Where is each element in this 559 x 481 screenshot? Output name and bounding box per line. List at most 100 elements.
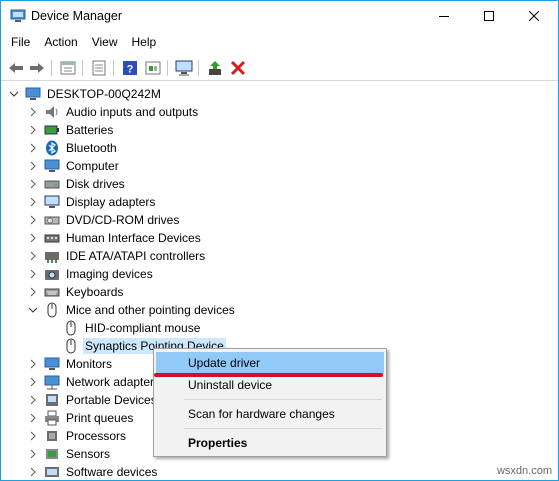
- hid-icon: [44, 230, 60, 246]
- expand-chevron-icon[interactable]: [28, 161, 38, 171]
- disk-drive-icon: [44, 176, 60, 192]
- properties-icon[interactable]: [59, 59, 77, 77]
- sensor-icon: [44, 446, 60, 462]
- svg-text:?: ?: [127, 64, 134, 76]
- scan-hardware-icon[interactable]: [144, 59, 162, 77]
- expand-chevron-icon[interactable]: [28, 197, 38, 207]
- tree-item-batteries[interactable]: Batteries: [28, 121, 115, 139]
- menu-separator: [184, 428, 382, 429]
- menu-action[interactable]: Action: [37, 32, 84, 54]
- expand-chevron-icon[interactable]: [28, 269, 38, 279]
- tree-item-imaging[interactable]: Imaging devices: [28, 265, 155, 283]
- expand-chevron-icon[interactable]: [28, 215, 38, 225]
- speaker-icon: [44, 104, 60, 120]
- close-button[interactable]: [511, 1, 557, 31]
- tree-item-computer[interactable]: Computer: [28, 157, 121, 175]
- scan-hardware-menu-item[interactable]: Scan for hardware changes: [156, 403, 384, 425]
- tree-item-label: Batteries: [66, 123, 114, 137]
- tree-item-label: Imaging devices: [66, 267, 153, 281]
- tree-item-network[interactable]: Network adapters: [28, 373, 162, 391]
- uninstall-icon[interactable]: [229, 59, 247, 77]
- collapse-chevron-icon[interactable]: [28, 305, 38, 315]
- tree-item-dvd-drives[interactable]: DVD/CD-ROM drives: [28, 211, 181, 229]
- expand-chevron-icon[interactable]: [28, 143, 38, 153]
- tree-item-monitors[interactable]: Monitors: [28, 355, 114, 373]
- mouse-icon: [63, 320, 79, 336]
- processor-icon: [44, 428, 60, 444]
- tree-item-print-queues[interactable]: Print queues: [28, 409, 135, 427]
- device-manager-app-icon: [10, 9, 26, 23]
- ide-controller-icon: [44, 248, 60, 264]
- forward-icon[interactable]: [28, 59, 46, 77]
- update-driver-icon[interactable]: [206, 59, 224, 77]
- tree-item-disk-drives[interactable]: Disk drives: [28, 175, 127, 193]
- tree-item-audio[interactable]: Audio inputs and outputs: [28, 103, 200, 121]
- driver-details-icon[interactable]: [90, 59, 108, 77]
- portable-device-icon: [44, 392, 60, 408]
- expand-chevron-icon[interactable]: [28, 287, 38, 297]
- uninstall-device-menu-item[interactable]: Uninstall device: [156, 374, 384, 396]
- collapse-chevron-icon[interactable]: [9, 89, 19, 99]
- expand-chevron-icon[interactable]: [28, 359, 38, 369]
- tree-item-mice[interactable]: Mice and other pointing devices: [28, 301, 237, 319]
- expand-chevron-icon[interactable]: [28, 251, 38, 261]
- software-device-icon: [44, 464, 60, 480]
- menu-view[interactable]: View: [85, 32, 125, 54]
- expand-chevron-icon[interactable]: [28, 107, 38, 117]
- camera-icon: [44, 266, 60, 282]
- tree-item-label: Computer: [66, 159, 119, 173]
- expand-chevron-icon[interactable]: [28, 431, 38, 441]
- tree-item-sensors[interactable]: Sensors: [28, 445, 112, 463]
- tree-item-label: Human Interface Devices: [66, 231, 201, 245]
- toolbar-separator: [167, 60, 168, 76]
- toolbar-separator: [51, 60, 52, 76]
- expand-chevron-icon[interactable]: [28, 125, 38, 135]
- back-icon[interactable]: [7, 59, 25, 77]
- properties-menu-item[interactable]: Properties: [156, 432, 384, 454]
- monitor-icon[interactable]: [175, 59, 193, 77]
- display-adapter-icon: [44, 194, 60, 210]
- tree-item-label: DVD/CD-ROM drives: [66, 213, 180, 227]
- expand-chevron-icon[interactable]: [28, 377, 38, 387]
- tree-item-label: Display adapters: [66, 195, 156, 209]
- tree-item-software-devices[interactable]: Software devices: [28, 463, 159, 480]
- expand-chevron-icon[interactable]: [28, 233, 38, 243]
- computer-icon: [25, 86, 41, 102]
- toolbar-separator: [113, 60, 114, 76]
- menu-file[interactable]: File: [1, 32, 37, 54]
- tree-item-hid-mouse[interactable]: HID-compliant mouse: [63, 319, 202, 337]
- tree-item-keyboards[interactable]: Keyboards: [28, 283, 125, 301]
- mouse-icon: [63, 338, 79, 354]
- tree-item-label: Portable Devices: [66, 393, 157, 407]
- tree-item-portable[interactable]: Portable Devices: [28, 391, 159, 409]
- watermark: wsxdn.com: [496, 465, 552, 477]
- menu-separator: [184, 399, 382, 400]
- maximize-button[interactable]: [466, 1, 512, 31]
- tree-item-ide[interactable]: IDE ATA/ATAPI controllers: [28, 247, 207, 265]
- tree-item-processors[interactable]: Processors: [28, 427, 128, 445]
- printer-icon: [44, 410, 60, 426]
- minimize-button[interactable]: [421, 1, 467, 31]
- expand-chevron-icon[interactable]: [28, 413, 38, 423]
- monitor-icon: [44, 356, 60, 372]
- tree-item-display-adapters[interactable]: Display adapters: [28, 193, 157, 211]
- expand-chevron-icon[interactable]: [28, 467, 38, 477]
- menu-bar: File Action View Help: [1, 32, 558, 54]
- expand-chevron-icon[interactable]: [28, 179, 38, 189]
- update-driver-menu-item[interactable]: Update driver: [156, 352, 384, 374]
- tree-item-label: HID-compliant mouse: [85, 321, 201, 335]
- expand-chevron-icon[interactable]: [28, 449, 38, 459]
- tree-item-label: Bluetooth: [66, 141, 117, 155]
- expand-chevron-icon[interactable]: [28, 395, 38, 405]
- menu-help[interactable]: Help: [125, 32, 164, 54]
- tree-item-label: Network adapters: [66, 375, 161, 389]
- help-icon[interactable]: ?: [121, 59, 139, 77]
- tree-item-label: Processors: [66, 429, 127, 443]
- tree-item-label: Keyboards: [66, 285, 124, 299]
- tree-item-label: Monitors: [66, 357, 113, 371]
- tree-item-hid[interactable]: Human Interface Devices: [28, 229, 203, 247]
- tree-root[interactable]: DESKTOP-00Q242M: [9, 85, 163, 103]
- tree-item-bluetooth[interactable]: Bluetooth: [28, 139, 119, 157]
- tree-item-label: IDE ATA/ATAPI controllers: [66, 249, 206, 263]
- tree-item-label: Sensors: [66, 447, 111, 461]
